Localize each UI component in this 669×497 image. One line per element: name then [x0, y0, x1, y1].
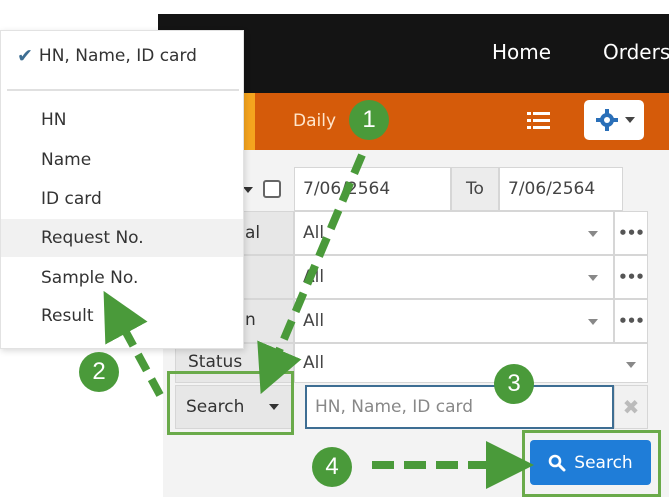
step-4-badge: 4: [312, 447, 352, 487]
annotation-arrows: [103, 153, 534, 489]
step-2-badge: 2: [79, 352, 119, 392]
step-1-badge: 1: [349, 100, 389, 140]
step-3-badge: 3: [494, 364, 534, 404]
